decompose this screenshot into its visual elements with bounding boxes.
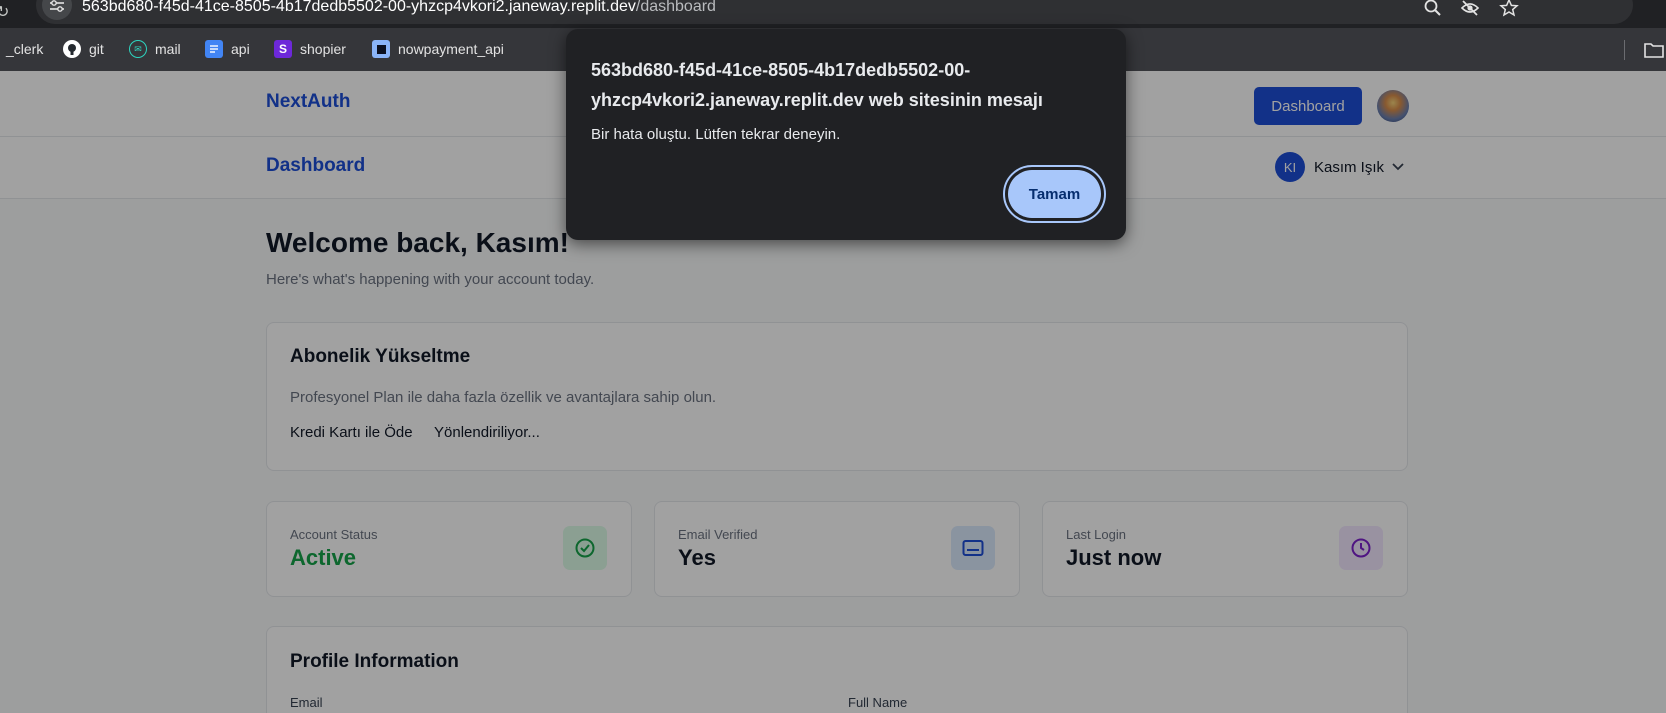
bookmark-clerk[interactable]: _clerk xyxy=(6,38,43,60)
nowpayment-icon xyxy=(372,40,390,58)
tune-icon xyxy=(50,0,64,12)
bookmark-label: _clerk xyxy=(6,41,44,57)
bookmark-label: shopier xyxy=(300,41,346,57)
bookmark-api[interactable]: api xyxy=(205,38,250,60)
bookmark-mail[interactable]: ✉ mail xyxy=(129,38,181,60)
bookmark-shopier[interactable]: S shopier xyxy=(274,38,346,60)
github-icon xyxy=(63,40,81,58)
bookmark-label: git xyxy=(89,41,104,57)
dialog-title: 563bd680-f45d-41ce-8505-4b17dedb5502-00-… xyxy=(591,60,1043,110)
reload-icon[interactable]: ↻ xyxy=(0,2,9,21)
shopier-icon: S xyxy=(274,40,292,58)
bookmark-label: nowpayment_api xyxy=(398,41,504,57)
zoom-icon[interactable] xyxy=(1423,0,1443,18)
alert-dialog: 563bd680-f45d-41ce-8505-4b17dedb5502-00-… xyxy=(566,29,1126,240)
folder-icon[interactable] xyxy=(1643,41,1665,59)
bookmark-label: api xyxy=(231,41,250,57)
star-icon[interactable] xyxy=(1499,0,1519,18)
doc-icon xyxy=(205,40,223,58)
dialog-message: Bir hata oluştu. Lütfen tekrar deneyin. xyxy=(591,126,841,143)
bookmarks-divider xyxy=(1624,40,1625,60)
browser-toolbar: ↻ 563bd680-f45d-41ce-8505-4b17dedb5502-0… xyxy=(0,0,1666,28)
bookmark-git[interactable]: git xyxy=(63,38,104,60)
url-text[interactable]: 563bd680-f45d-41ce-8505-4b17dedb5502-00-… xyxy=(82,0,716,16)
bookmark-label: mail xyxy=(155,41,181,57)
eye-off-icon[interactable] xyxy=(1460,0,1480,18)
url-host: 563bd680-f45d-41ce-8505-4b17dedb5502-00-… xyxy=(82,0,636,15)
mail-icon: ✉ xyxy=(129,40,147,58)
ok-button[interactable]: Tamam xyxy=(1008,170,1101,218)
bookmark-nowpayment[interactable]: nowpayment_api xyxy=(372,38,504,60)
url-path: /dashboard xyxy=(635,0,716,15)
